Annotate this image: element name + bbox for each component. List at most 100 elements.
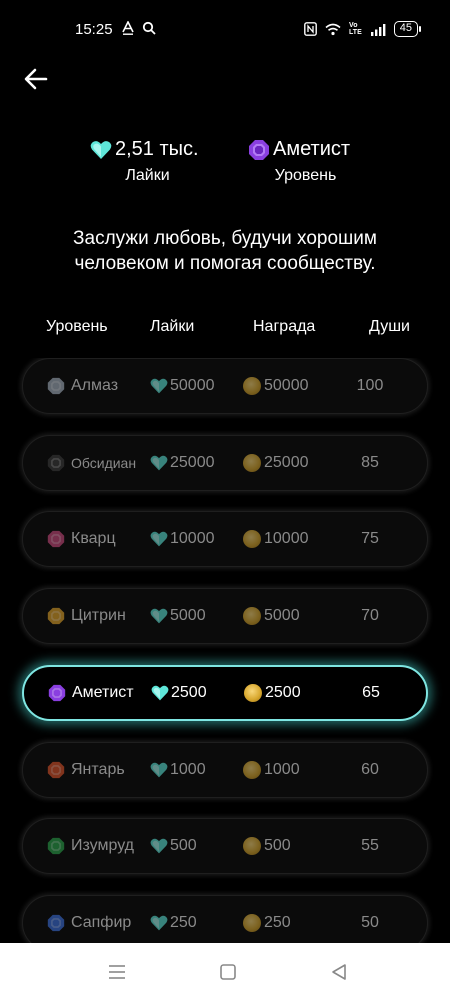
square-icon [220,964,236,980]
level-row-5[interactable]: Аметист 2500 2500 65 [22,664,428,721]
row-likes-value: 50000 [170,377,215,394]
row-level-name: Янтарь [71,760,125,778]
status-notification-icons [122,21,156,35]
level-gem-icon [47,914,65,932]
heart-gem-icon [150,608,168,624]
navigation-bar [0,943,450,1000]
level-gem-icon [47,531,65,548]
level-gem-icon [47,838,65,855]
level-row-6[interactable]: Янтарь 1000 1000 60 [22,741,428,798]
row-reward-cell: 250 [243,896,291,943]
coin-icon [243,377,261,395]
level-gem-icon [47,607,65,625]
level-current-summary: Аметист Уровень [248,138,363,185]
row-level-cell: Янтарь [47,743,125,797]
status-bar: 15:25 Vo LTE 45 [0,0,450,60]
row-reward-cell: 5000 [243,589,300,643]
row-likes-value: 500 [170,837,197,855]
battery-icon: 45 [393,21,422,37]
row-level-name: Сапфир [71,913,132,931]
heart-gem-icon [90,140,112,159]
row-likes-cell: 25000 [150,436,215,490]
text-a-icon [122,21,134,35]
level-row-1[interactable]: Алмаз 50000 50000 100 [22,358,428,414]
heart-gem-icon [151,685,169,701]
row-souls-value: 60 [361,760,379,778]
level-row-4[interactable]: Цитрин 5000 5000 70 [22,588,428,645]
tagline: Заслужи любовь, будучи хорошим человеком… [73,228,377,274]
heart-gem-icon [150,532,168,547]
row-reward-value: 50000 [264,377,309,394]
row-reward-cell: 50000 [243,359,309,413]
coin-icon [243,530,261,549]
row-level-cell: Обсидиан [47,436,136,490]
row-level-cell: Алмаз [47,359,118,413]
row-likes-cell: 10000 [150,512,215,566]
table-header: Уровень Лайки Награда Души [0,318,450,340]
level-gem-icon [47,377,65,395]
row-likes-value: 250 [170,913,197,931]
row-reward-cell: 10000 [243,512,309,566]
likes-summary-label: Лайки [125,167,170,184]
heart-gem-icon [150,838,168,854]
row-souls-value: 65 [362,683,380,701]
level-row-3[interactable]: Кварц 10000 10000 75 [22,511,428,568]
row-level-cell: Изумруд [47,819,134,873]
nav-menu-button[interactable] [105,960,129,984]
row-likes-cell: 500 [150,819,197,873]
row-souls-value: 55 [361,837,379,855]
row-level-name: Аметист [72,683,134,701]
row-level-name: Изумруд [71,837,134,855]
row-level-cell: Цитрин [47,589,126,643]
row-level-name: Кварц [71,530,116,548]
row-reward-value: 2500 [265,683,301,701]
wifi-icon [325,23,341,35]
row-reward-cell: 1000 [243,743,300,797]
header-souls: Души [369,318,410,335]
levels-list[interactable]: Алмаз 50000 50000 100 Обсидиан 25000 250… [0,358,450,943]
back-button[interactable] [20,63,52,95]
header-reward: Награда [253,318,316,335]
row-level-cell: Кварц [47,512,116,566]
row-reward-cell: 500 [243,819,291,873]
row-likes-value: 10000 [170,530,215,548]
row-reward-cell: 25000 [243,436,309,490]
level-row-8[interactable]: Сапфир 250 250 50 [22,894,428,943]
row-likes-cell: 2500 [151,667,207,719]
coin-icon [243,760,261,779]
likes-summary: 2,51 тыс. Лайки [90,138,205,185]
row-likes-value: 5000 [170,607,206,625]
coin-icon [244,683,262,702]
row-souls-value: 75 [361,530,379,548]
volte-icon: Vo LTE [349,22,362,36]
row-souls-value: 100 [356,377,384,394]
nav-home-button[interactable] [216,960,240,984]
volte-top: Vo [349,22,358,29]
level-summary: 2,51 тыс. Лайки Аметист Уровень [0,135,450,185]
nfc-icon [304,22,317,36]
header-level: Уровень [46,318,108,335]
row-likes-value: 1000 [170,760,206,778]
row-level-name: Алмаз [71,377,119,394]
amethyst-gem-icon [249,139,269,160]
coin-icon [243,913,261,932]
heart-gem-icon [150,915,168,931]
level-row-2[interactable]: Обсидиан 25000 25000 85 [22,434,428,491]
header-likes: Лайки [150,318,195,335]
nav-back-button[interactable] [327,960,351,984]
level-row-7[interactable]: Изумруд 500 500 55 [22,818,428,875]
status-time: 15:25 [75,21,113,38]
status-system-icons: Vo LTE 45 [304,21,422,37]
row-reward-value: 10000 [264,530,309,548]
row-reward-cell: 2500 [244,667,301,719]
triangle-back-icon [332,964,346,980]
level-summary-value-row: Аметист [248,138,363,161]
coin-icon [243,837,261,856]
volte-bottom: LTE [349,29,362,36]
row-souls-value: 50 [361,913,379,931]
heart-gem-icon [150,455,168,471]
search-icon [142,21,156,35]
level-gem-icon [48,684,66,701]
row-likes-value: 2500 [171,683,207,701]
heart-gem-icon [150,378,168,394]
